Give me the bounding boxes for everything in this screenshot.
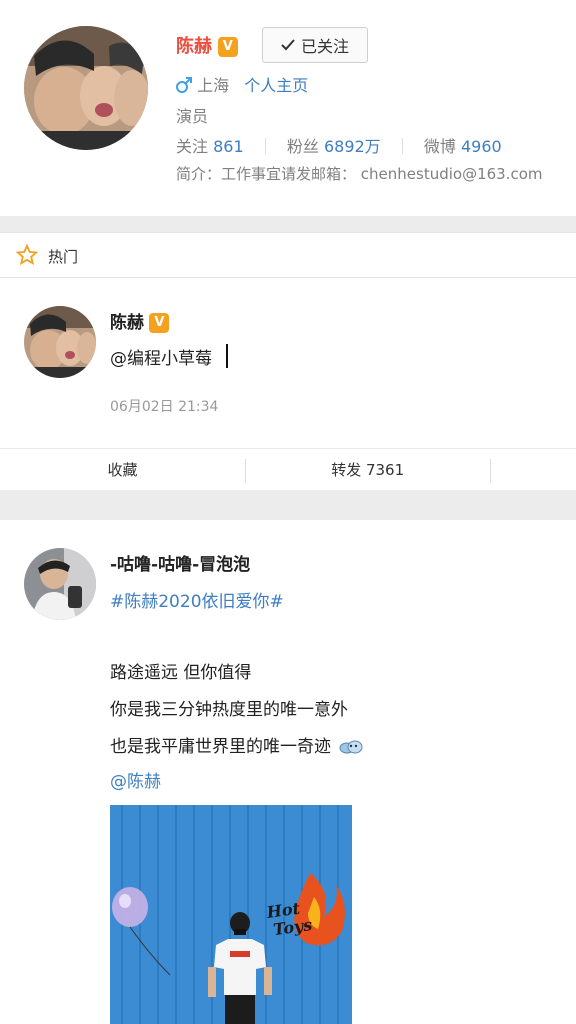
- stat-following-label: 关注: [176, 137, 209, 156]
- divider: [401, 138, 403, 154]
- stat-weibo[interactable]: 微博 4960: [424, 137, 502, 156]
- verified-icon: V: [217, 37, 238, 57]
- stat-fans-label: 粉丝: [286, 137, 319, 156]
- post-card: -咕噜-咕噜-冒泡泡 #陈赫2020依旧爱你# 路途遥远 但你值得 你是我三分钟…: [0, 520, 576, 1024]
- stat-weibo-label: 微博: [423, 137, 456, 156]
- post-text-line-content: 也是我平庸世界里的唯一奇迹: [110, 737, 331, 757]
- post-card: 陈赫 V @编程小草莓 06月02日 21:34 收藏 转发 7361: [0, 278, 576, 490]
- star-icon: [16, 244, 38, 266]
- verified-icon: V: [149, 313, 170, 333]
- photo-image: [110, 805, 352, 1024]
- repost-button-label: 转发 7361: [331, 461, 405, 479]
- post-text-line: 也是我平庸世界里的唯一奇迹: [110, 732, 364, 757]
- mention-link[interactable]: @陈赫: [110, 767, 161, 792]
- post-action-bar: 收藏 转发 7361: [0, 448, 576, 490]
- location-row: 上海 个人主页: [176, 72, 308, 96]
- avatar-photo: [24, 548, 96, 620]
- post-text: @编程小草莓: [110, 349, 212, 369]
- repost-button[interactable]: 转发 7361: [245, 449, 490, 490]
- bio-text: 简介：工作事宜请发邮箱：: [176, 165, 357, 183]
- divider: [264, 138, 266, 154]
- profile-header: 陈赫 V 已关注 上海 个人主页 演员 关注 861 粉丝 6892万 微博 4…: [0, 0, 576, 216]
- post-photo[interactable]: Hot Toys: [110, 805, 352, 1024]
- bio-row: 简介：工作事宜请发邮箱： chenhestudio@163.com: [176, 163, 543, 184]
- stat-fans-value: 6892万: [323, 137, 381, 156]
- following-button[interactable]: 已关注: [262, 27, 368, 63]
- stat-following[interactable]: 关注 861: [176, 137, 249, 156]
- more-action-slot[interactable]: [490, 449, 576, 490]
- post-author-name[interactable]: 陈赫: [110, 313, 144, 333]
- stat-fans[interactable]: 粉丝 6892万: [287, 137, 386, 156]
- favorite-button[interactable]: 收藏: [0, 449, 245, 490]
- favorite-button-label: 收藏: [107, 461, 138, 479]
- profile-name[interactable]: 陈赫: [176, 36, 212, 57]
- stat-following-value: 861: [213, 137, 244, 156]
- following-button-label: 已关注: [300, 37, 349, 56]
- check-icon: [281, 39, 295, 51]
- post-author-row: 陈赫 V: [110, 308, 170, 333]
- stat-weibo-value: 4960: [460, 137, 502, 156]
- post-author-avatar[interactable]: [24, 306, 96, 378]
- hot-section-header: 热门: [0, 232, 576, 278]
- homepage-link[interactable]: 个人主页: [244, 76, 308, 95]
- male-icon: [176, 77, 192, 93]
- location-text: 上海: [197, 76, 230, 95]
- post-text-line: 路途遥远 但你值得: [110, 663, 252, 683]
- cloud-emoji-icon: [339, 740, 363, 754]
- post-author-avatar[interactable]: [24, 548, 96, 620]
- stats-row: 关注 861 粉丝 6892万 微博 4960: [176, 133, 502, 157]
- topic-link[interactable]: #陈赫2020依旧爱你#: [110, 587, 284, 612]
- bio-email: chenhestudio@163.com: [360, 165, 543, 183]
- text-cursor: [226, 344, 228, 368]
- post-author-name[interactable]: -咕噜-咕噜-冒泡泡: [110, 550, 250, 575]
- occupation-text: 演员: [176, 107, 209, 126]
- photo-sign-text: Hot Toys: [266, 898, 314, 940]
- post-timestamp[interactable]: 06月02日 21:34: [110, 396, 218, 416]
- profile-avatar[interactable]: [24, 26, 148, 150]
- post-text-line: 你是我三分钟热度里的唯一意外: [110, 700, 348, 720]
- profile-name-row: 陈赫 V: [176, 32, 238, 58]
- avatar-photo: [24, 306, 96, 378]
- avatar-photo: [24, 26, 148, 150]
- hot-section-label: 热门: [48, 248, 79, 266]
